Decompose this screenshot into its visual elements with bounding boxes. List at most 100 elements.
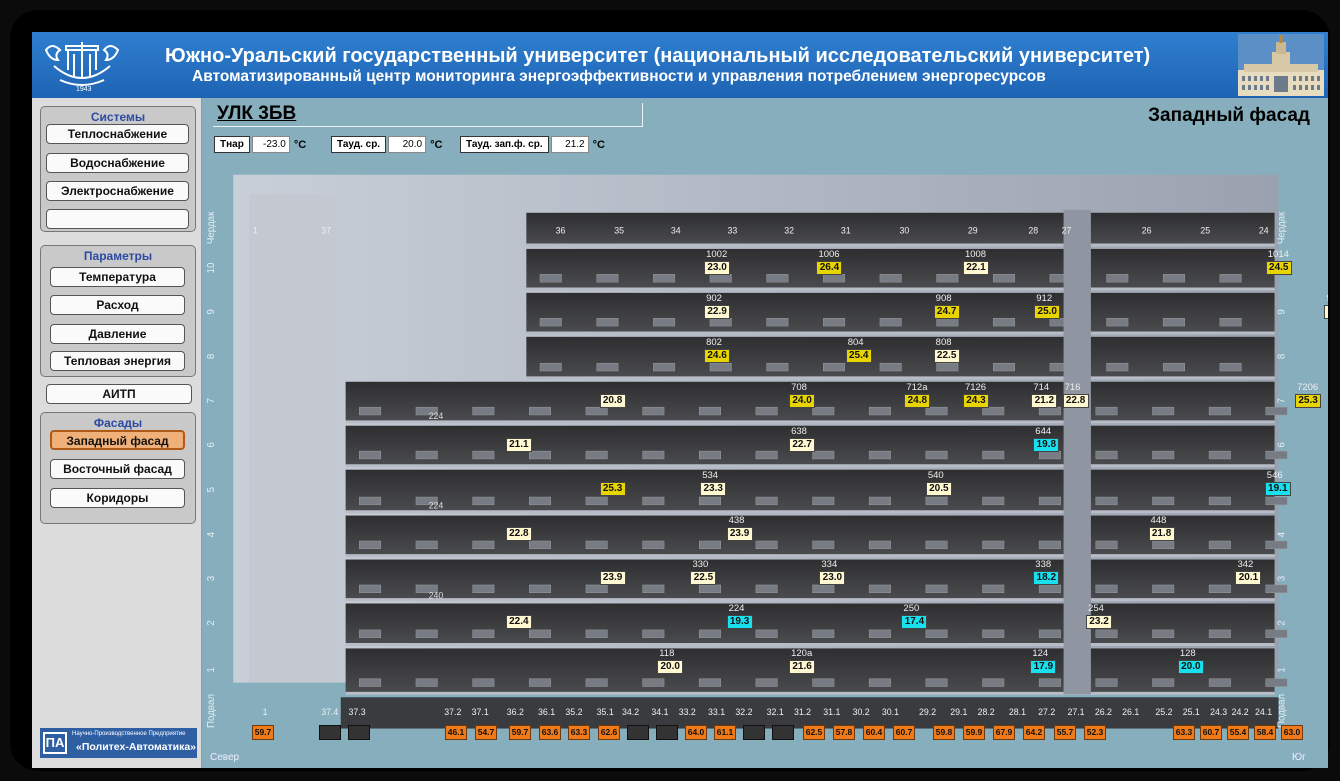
corridors-button[interactable]: Коридоры <box>50 488 185 508</box>
room-temperature[interactable]: 20.1 <box>1235 571 1262 586</box>
room-temperature[interactable]: 22.1 <box>962 260 989 275</box>
room-temperature[interactable]: 20.0 <box>657 660 684 675</box>
room-temperature[interactable]: 21.6 <box>789 660 816 675</box>
room-temperature[interactable]: 24.7 <box>933 304 960 319</box>
axis-bottom-label: 35.2 <box>565 707 582 717</box>
room-temperature[interactable]: 23.0 <box>704 260 731 275</box>
basement-sensor-offline[interactable] <box>348 725 370 740</box>
room-temperature[interactable]: 23.2 <box>1086 615 1113 630</box>
room-temperature[interactable]: 24.8 <box>904 393 931 408</box>
room-temperature[interactable]: 22.7 <box>789 437 816 452</box>
room-number: 1002 <box>706 248 728 260</box>
basement-temperature[interactable]: 67.9 <box>993 725 1015 740</box>
room-temperature[interactable]: 22.4 <box>505 615 532 630</box>
room-temperature[interactable]: 23.3 <box>700 481 727 496</box>
room-temperature[interactable]: 17.4 <box>901 615 928 630</box>
room-temperature[interactable]: 22.9 <box>704 304 731 319</box>
room-temperature[interactable]: 24.0 <box>789 393 816 408</box>
basement-temperature[interactable]: 60.7 <box>893 725 915 740</box>
basement-temperature[interactable]: 64.2 <box>1023 725 1045 740</box>
basement-temperature[interactable]: 55.4 <box>1227 725 1249 740</box>
room-temperature[interactable]: 20.3 <box>1324 304 1328 319</box>
flow-button[interactable]: Расход <box>50 295 185 315</box>
room-temperature[interactable]: 22.5 <box>690 571 717 586</box>
basement-temperature[interactable]: 63.3 <box>568 725 590 740</box>
basement-temperature[interactable]: 64.0 <box>685 725 707 740</box>
room-temperature[interactable]: 24.3 <box>962 393 989 408</box>
room-temperature[interactable]: 22.5 <box>933 348 960 363</box>
room-temperature[interactable]: 25.4 <box>845 348 872 363</box>
basement-sensor-offline[interactable] <box>656 725 678 740</box>
empty-system-button[interactable] <box>46 209 189 229</box>
east-facade-button[interactable]: Восточный фасад <box>50 459 185 479</box>
radiator <box>1208 496 1231 506</box>
room-temperature[interactable]: 26.4 <box>816 260 843 275</box>
basement-temperature[interactable]: 59.8 <box>933 725 955 740</box>
basement-temperature[interactable]: 62.5 <box>803 725 825 740</box>
room-temperature[interactable]: 21.2 <box>1031 393 1058 408</box>
header-subtitle: Автоматизированный центр мониторинга эне… <box>192 68 1046 85</box>
water-supply-button[interactable]: Водоснабжение <box>46 153 189 173</box>
basement-temperature[interactable]: 60.7 <box>1200 725 1222 740</box>
basement-temperature[interactable]: 57.8 <box>833 725 855 740</box>
basement-temperature[interactable]: 59.7 <box>509 725 531 740</box>
room-temperature[interactable]: 20.8 <box>599 393 626 408</box>
heat-energy-button[interactable]: Тепловая энергия <box>50 351 185 371</box>
room-temperature[interactable]: 20.5 <box>925 481 952 496</box>
radiator <box>868 584 891 593</box>
basement-temperature[interactable]: 55.7 <box>1054 725 1076 740</box>
avg-temp-unit: °C <box>430 138 443 151</box>
west-facade-button[interactable]: Западный фасад <box>50 430 185 450</box>
room-temperature[interactable]: 24.6 <box>704 348 731 363</box>
radiator <box>709 318 732 327</box>
room-temperature[interactable]: 24.5 <box>1265 260 1292 275</box>
room-temperature[interactable]: 18.2 <box>1033 571 1060 586</box>
basement-temperature[interactable]: 54.7 <box>475 725 497 740</box>
basement-sensor-offline[interactable] <box>743 725 765 740</box>
basement-temperature[interactable]: 58.4 <box>1254 725 1276 740</box>
basement-temperature[interactable]: 61.1 <box>714 725 736 740</box>
room-temperature[interactable]: 22.8 <box>505 527 532 542</box>
aitp-button[interactable]: АИТП <box>46 384 192 404</box>
basement-sensor-offline[interactable] <box>772 725 794 740</box>
electricity-button[interactable]: Электроснабжение <box>46 181 189 201</box>
room-temperature[interactable]: 23.9 <box>726 527 753 542</box>
room-temperature[interactable]: 23.9 <box>599 571 626 586</box>
basement-temperature[interactable]: 63.0 <box>1281 725 1303 740</box>
basement-temperature[interactable]: 46.1 <box>445 725 467 740</box>
radiator <box>1038 584 1061 593</box>
heat-supply-button[interactable]: Теплоснабжение <box>46 124 189 144</box>
room-temperature[interactable]: 21.8 <box>1148 527 1175 542</box>
radiator <box>642 496 665 506</box>
room-temperature[interactable]: 19.1 <box>1264 481 1291 496</box>
room-temperature[interactable]: 19.8 <box>1033 437 1060 452</box>
room-temperature[interactable]: 25.0 <box>1034 304 1061 319</box>
pressure-button[interactable]: Давление <box>50 324 185 344</box>
radiator <box>868 496 891 506</box>
radiator <box>1038 496 1061 506</box>
room-temperature[interactable]: 19.3 <box>726 615 753 630</box>
basement-temperature[interactable]: 52.3 <box>1084 725 1106 740</box>
basement-temperature[interactable]: 60.4 <box>863 725 885 740</box>
basement-temperature[interactable]: 63.6 <box>539 725 561 740</box>
radiator <box>585 496 608 506</box>
radiator <box>823 362 846 372</box>
basement-temperature[interactable]: 59.9 <box>963 725 985 740</box>
room-temperature[interactable]: 25.3 <box>599 481 626 496</box>
temperature-button[interactable]: Температура <box>50 267 185 287</box>
basement-temperature[interactable]: 63.3 <box>1173 725 1195 740</box>
room-temperature[interactable]: 20.0 <box>1177 660 1204 675</box>
room-temperature[interactable]: 17.9 <box>1030 660 1057 675</box>
room-temperature[interactable]: 22.8 <box>1062 393 1089 408</box>
room-temperature[interactable]: 25.3 <box>1295 393 1322 408</box>
room-temperature[interactable]: 21.1 <box>505 437 532 452</box>
basement-temperature[interactable]: 62.6 <box>598 725 620 740</box>
radiator <box>359 540 382 550</box>
axis-bottom-label: 24.2 <box>1232 707 1249 717</box>
room-temperature[interactable]: 23.0 <box>819 571 846 586</box>
basement-temperature[interactable]: 59.7 <box>252 725 274 740</box>
basement-sensor-offline[interactable] <box>627 725 649 740</box>
west-avg-temp-value: 21.2 <box>550 136 589 153</box>
basement-sensor-offline[interactable] <box>319 725 341 740</box>
floor-label-right: 8 <box>1276 354 1287 359</box>
